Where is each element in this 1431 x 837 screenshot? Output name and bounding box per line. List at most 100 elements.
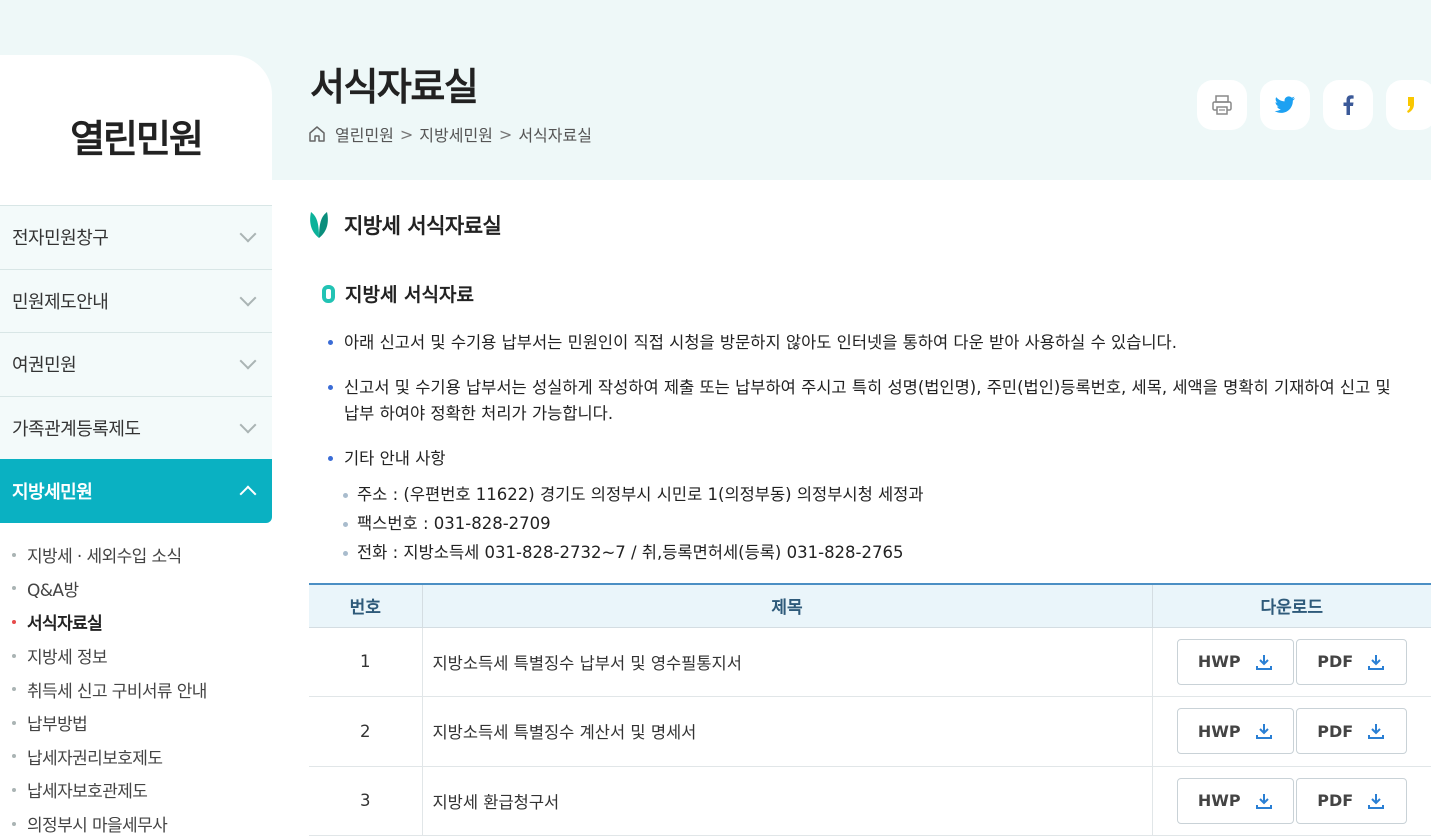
submenu-item-label: 납부방법 bbox=[27, 715, 88, 736]
submenu-item-taxpayer-protection[interactable]: 납세자보호관제도 bbox=[0, 773, 272, 807]
sidebar-item-label: 민원제도안내 bbox=[12, 291, 109, 313]
bullet-dot bbox=[12, 754, 16, 759]
download-icon bbox=[1368, 793, 1385, 809]
download-icon bbox=[1255, 654, 1272, 670]
download-cell: HWP PDF bbox=[1152, 766, 1431, 836]
info-bullets: 아래 신고서 및 수기용 납부서는 민원인이 직접 시청을 방문하지 않아도 인… bbox=[328, 330, 1398, 491]
bullet-dot bbox=[12, 552, 16, 557]
submenu-item-label: 의정부시 마을세무사 bbox=[27, 816, 168, 837]
sidebar-item-passport[interactable]: 여권민원 bbox=[0, 332, 272, 396]
download-icon bbox=[1255, 793, 1272, 809]
hwp-download-button[interactable]: HWP bbox=[1176, 708, 1294, 755]
sidebar-submenu: 지방세 · 세외수입 소식 Q&A방 서식자료실 지방세 정보 취득세 신고 구… bbox=[0, 538, 272, 837]
kakaostory-icon bbox=[1407, 97, 1414, 113]
bullet-dot bbox=[12, 586, 16, 591]
row-title: 지방세 환급청구서 bbox=[422, 766, 1153, 836]
hwp-download-button[interactable]: HWP bbox=[1176, 638, 1294, 685]
facebook-share-button[interactable] bbox=[1323, 80, 1373, 130]
twitter-icon bbox=[1274, 96, 1295, 113]
sidebar-item-label: 가족관계등록제도 bbox=[12, 418, 141, 440]
column-header-no: 번호 bbox=[309, 584, 423, 628]
submenu-item-forms[interactable]: 서식자료실 bbox=[0, 605, 272, 639]
submenu-item-label: 지방세 · 세외수입 소식 bbox=[27, 547, 182, 568]
row-title: 지방소득세 특별징수 납부서 및 영수필통지서 bbox=[422, 627, 1153, 697]
pill-icon bbox=[322, 284, 335, 303]
table-header-row: 번호 제목 다운로드 bbox=[309, 584, 1431, 628]
home-icon[interactable] bbox=[307, 124, 327, 144]
breadcrumb-separator: > bbox=[498, 124, 513, 144]
twitter-share-button[interactable] bbox=[1260, 80, 1310, 130]
page-title: 서식자료실 bbox=[310, 65, 479, 109]
download-icon bbox=[1255, 724, 1272, 740]
download-cell: HWP PDF bbox=[1152, 696, 1431, 767]
chevron-down-icon bbox=[239, 352, 257, 370]
pdf-download-button[interactable]: PDF bbox=[1295, 638, 1407, 685]
submenu-item-acquisition-docs[interactable]: 취득세 신고 구비서류 안내 bbox=[0, 672, 272, 706]
table-row: 2 지방소득세 특별징수 계산서 및 명세서 HWP PDF bbox=[309, 696, 1431, 767]
submenu-item-news[interactable]: 지방세 · 세외수입 소식 bbox=[0, 538, 272, 572]
contact-fax: 팩스번호 : 031-828-2709 bbox=[343, 511, 924, 540]
download-icon bbox=[1368, 654, 1385, 670]
chevron-down-icon bbox=[239, 289, 257, 307]
forms-table: 번호 제목 다운로드 1 지방소득세 특별징수 납부서 및 영수필통지서 HWP… bbox=[309, 583, 1431, 836]
submenu-item-label: 취득세 신고 구비서류 안내 bbox=[27, 681, 207, 702]
sub-title-text: 지방세 서식자료 bbox=[345, 284, 474, 306]
bullet-dot bbox=[12, 821, 16, 826]
pdf-download-button[interactable]: PDF bbox=[1295, 708, 1407, 755]
submenu-item-village-tax[interactable]: 의정부시 마을세무사 bbox=[0, 807, 272, 837]
chevron-down-icon bbox=[239, 416, 257, 434]
button-label: HWP bbox=[1197, 652, 1241, 672]
sidebar-menu: 전자민원창구 민원제도안내 여권민원 가족관계등록제도 지방세민원 bbox=[0, 205, 272, 523]
row-number: 2 bbox=[309, 696, 423, 767]
info-bullet: 신고서 및 수기용 납부서는 성실하게 작성하여 제출 또는 납부하여 주시고 … bbox=[328, 375, 1398, 427]
print-button[interactable] bbox=[1197, 80, 1247, 130]
breadcrumb-item[interactable]: 열린민원 bbox=[335, 122, 394, 146]
submenu-item-label: Q&A방 bbox=[27, 580, 79, 601]
submenu-item-tax-info[interactable]: 지방세 정보 bbox=[0, 639, 272, 673]
table-row: 3 지방세 환급청구서 HWP PDF bbox=[309, 766, 1431, 836]
contact-info: 주소 : (우편번호 11622) 경기도 의정부시 시민로 1(의정부동) 의… bbox=[343, 482, 924, 569]
submenu-item-label: 납세자보호관제도 bbox=[27, 782, 148, 803]
share-buttons bbox=[1197, 80, 1431, 130]
sidebar-item-label: 전자민원창구 bbox=[12, 228, 109, 250]
column-header-download: 다운로드 bbox=[1152, 584, 1431, 628]
facebook-icon bbox=[1343, 95, 1354, 115]
sidebar-item-family-registry[interactable]: 가족관계등록제도 bbox=[0, 395, 272, 459]
button-label: HWP bbox=[1197, 791, 1241, 811]
download-cell: HWP PDF bbox=[1152, 627, 1431, 697]
button-label: PDF bbox=[1317, 791, 1354, 811]
section-title: 지방세 서식자료실 bbox=[308, 210, 502, 240]
download-icon bbox=[1368, 724, 1385, 740]
chevron-down-icon bbox=[239, 225, 257, 243]
pdf-download-button[interactable]: PDF bbox=[1295, 777, 1407, 824]
bullet-dot bbox=[12, 619, 16, 624]
submenu-item-label: 서식자료실 bbox=[27, 614, 103, 635]
sidebar-item-label: 여권민원 bbox=[12, 355, 77, 377]
row-number: 1 bbox=[309, 627, 423, 697]
print-icon bbox=[1212, 95, 1232, 115]
contact-phone: 전화 : 지방소득세 031-828-2732~7 / 취,등록면허세(등록) … bbox=[343, 540, 924, 569]
bullet-dot bbox=[12, 687, 16, 692]
bullet-dot bbox=[12, 720, 16, 725]
bullet-dot bbox=[12, 653, 16, 658]
leaf-icon bbox=[310, 212, 328, 238]
table-row: 1 지방소득세 특별징수 납부서 및 영수필통지서 HWP PDF bbox=[309, 627, 1431, 697]
row-title: 지방소득세 특별징수 계산서 및 명세서 bbox=[422, 696, 1153, 767]
breadcrumb-item[interactable]: 서식자료실 bbox=[518, 122, 592, 146]
sidebar-item-civil-guide[interactable]: 민원제도안내 bbox=[0, 268, 272, 332]
sub-title: 지방세 서식자료 bbox=[322, 280, 474, 307]
breadcrumb-item[interactable]: 지방세민원 bbox=[419, 122, 493, 146]
sidebar-item-local-tax[interactable]: 지방세민원 bbox=[0, 459, 272, 523]
submenu-item-label: 지방세 정보 bbox=[27, 648, 108, 669]
info-bullet: 기타 안내 사항 bbox=[328, 446, 1398, 472]
kakaostory-share-button[interactable] bbox=[1386, 80, 1431, 130]
submenu-item-payment[interactable]: 납부방법 bbox=[0, 706, 272, 740]
hwp-download-button[interactable]: HWP bbox=[1176, 777, 1294, 824]
breadcrumb-separator: > bbox=[399, 124, 414, 144]
sidebar-item-e-civil[interactable]: 전자민원창구 bbox=[0, 205, 272, 269]
row-number: 3 bbox=[309, 766, 423, 836]
breadcrumb: 열린민원 > 지방세민원 > 서식자료실 bbox=[307, 122, 592, 146]
section-title-text: 지방세 서식자료실 bbox=[344, 214, 502, 238]
submenu-item-qna[interactable]: Q&A방 bbox=[0, 572, 272, 606]
submenu-item-taxpayer-rights[interactable]: 납세자권리보호제도 bbox=[0, 740, 272, 774]
